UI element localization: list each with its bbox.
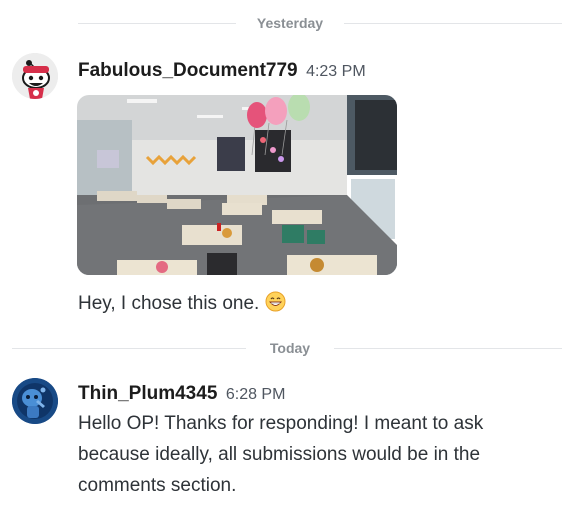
divider-line-left bbox=[12, 348, 246, 349]
username[interactable]: Thin_Plum4345 bbox=[78, 383, 217, 404]
grinning-sweat-emoji bbox=[265, 291, 286, 322]
divider-line-right bbox=[344, 23, 562, 24]
message-text: Hey, I chose this one. bbox=[78, 288, 548, 322]
username[interactable]: Fabulous_Document779 bbox=[78, 60, 298, 81]
date-divider-today: Today bbox=[0, 338, 562, 358]
classroom-photo-illustration bbox=[77, 95, 397, 275]
timestamp: 6:28 PM bbox=[225, 386, 286, 403]
message-text: Hello OP! Thanks for responding! I meant… bbox=[78, 408, 548, 501]
divider-line-right bbox=[334, 348, 562, 349]
classroom-party-photo[interactable] bbox=[77, 95, 397, 275]
snoo-avatar-icon[interactable] bbox=[12, 53, 58, 99]
divider-line-left bbox=[78, 23, 236, 24]
message-text-content: Hello OP! Thanks for responding! I meant… bbox=[78, 413, 484, 496]
date-divider-yesterday: Yesterday bbox=[0, 13, 562, 33]
timestamp: 4:23 PM bbox=[306, 63, 366, 80]
date-label: Yesterday bbox=[256, 15, 324, 31]
date-label: Today bbox=[269, 340, 311, 356]
snoo-avatar-icon[interactable] bbox=[12, 378, 58, 424]
message-header: Thin_Plum4345 6:28 PM bbox=[78, 383, 285, 405]
message-text-content: Hey, I chose this one. bbox=[78, 293, 260, 314]
message-header: Fabulous_Document779 4:23 PM bbox=[78, 60, 366, 82]
